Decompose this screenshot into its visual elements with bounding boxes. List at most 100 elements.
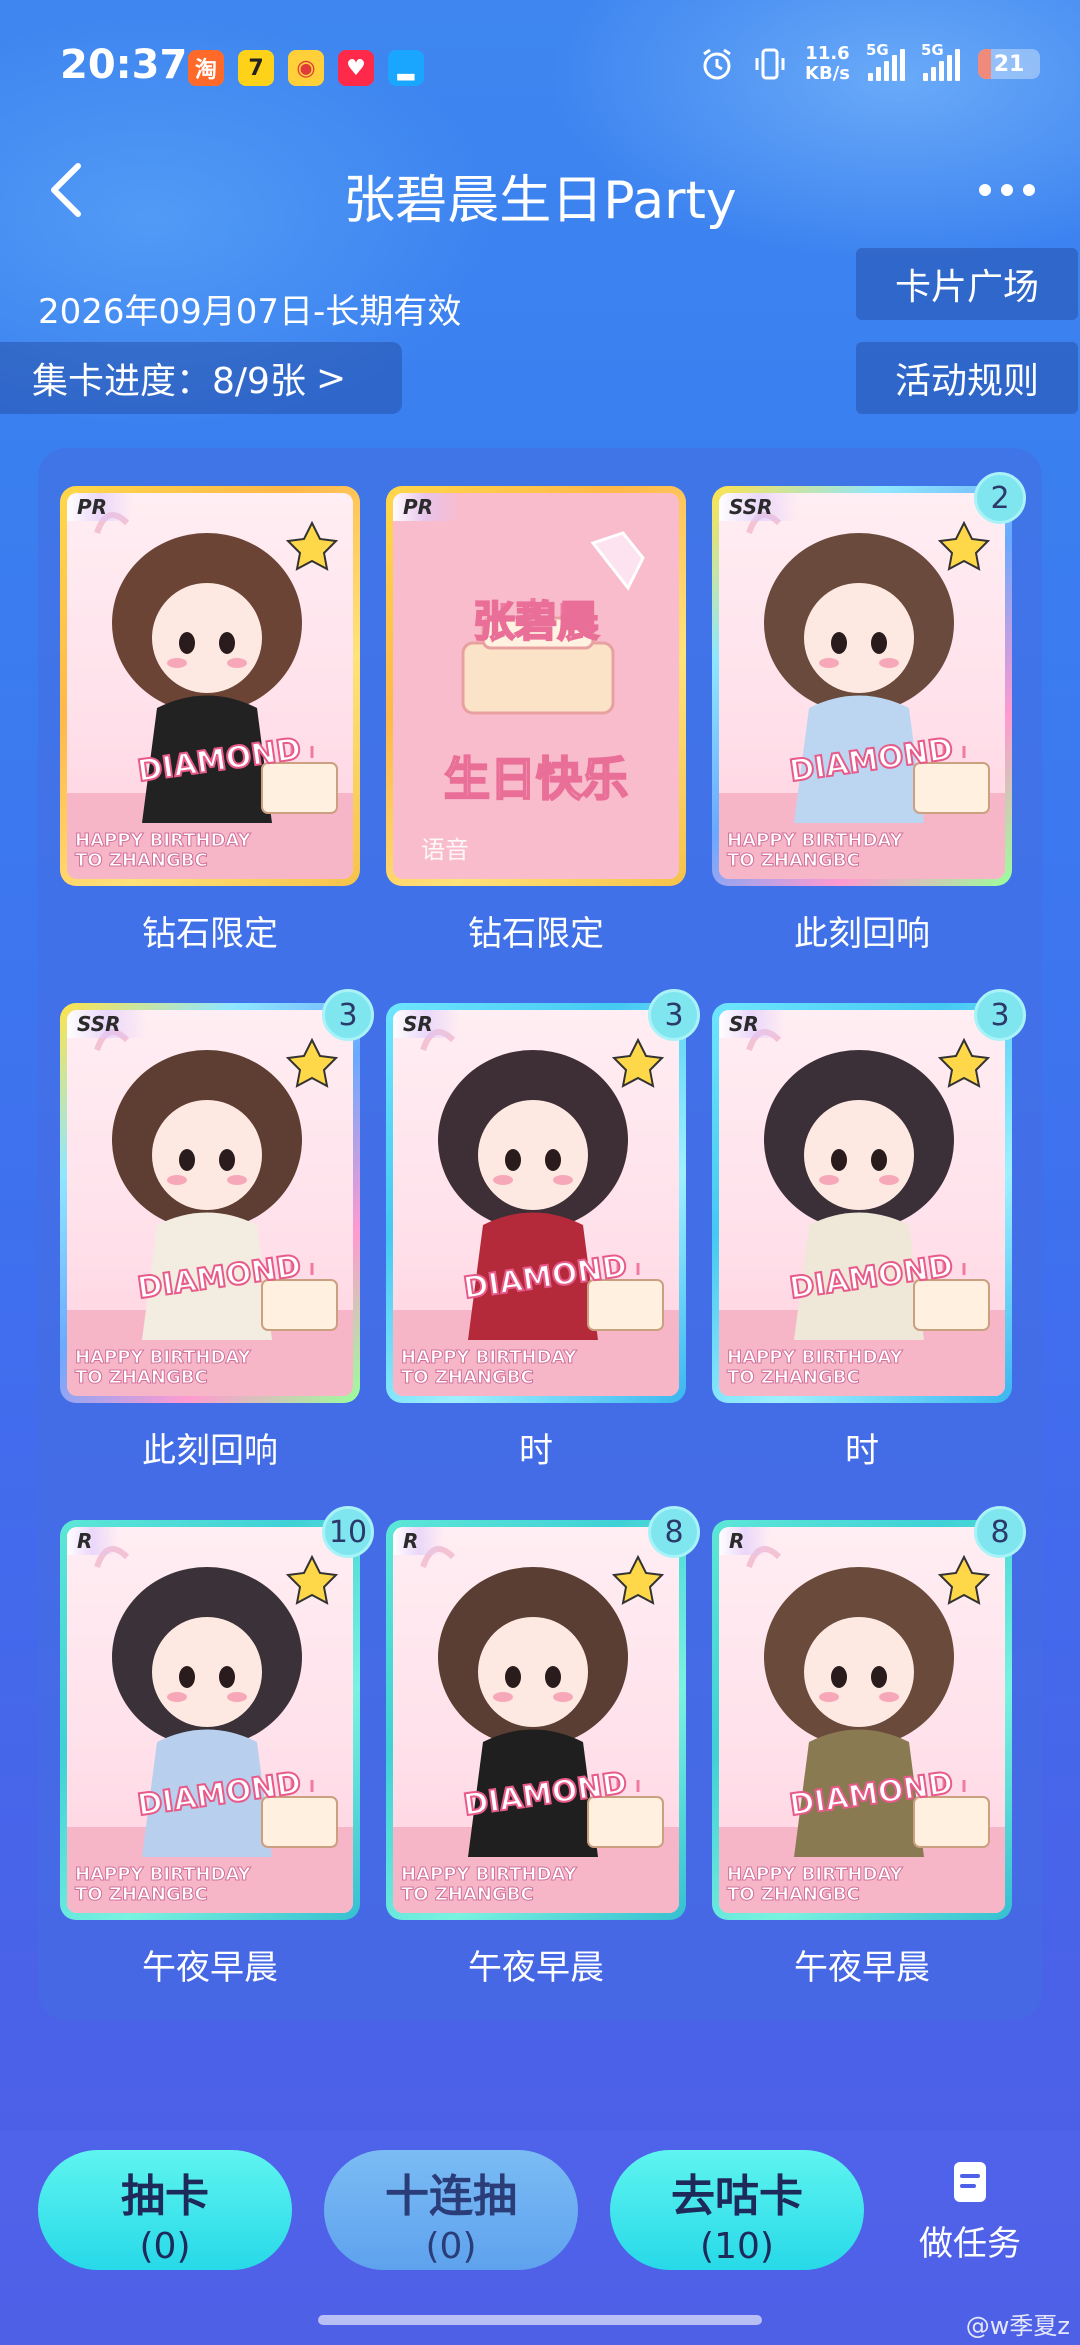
card-count-badge: 3	[322, 989, 374, 1041]
dot-icon	[979, 184, 991, 196]
card-frame: 张碧晨 生日快乐 语音 PR	[386, 486, 686, 886]
rarity-badge: SSR	[719, 493, 799, 521]
card-frame: DIAMOND HAPPY BIRTHDAY TO ZHANGBC R 10	[60, 1506, 374, 1920]
collection-card[interactable]: DIAMOND HAPPY BIRTHDAY TO ZHANGBC SSR 2 此刻回响	[712, 472, 1026, 955]
rarity-badge: R	[393, 1527, 445, 1555]
card-name-label: 此刻回响	[794, 914, 930, 954]
rarity-badge: PR	[67, 493, 134, 521]
card-plaza-button[interactable]: 卡片广场	[856, 248, 1078, 320]
collection-card[interactable]: DIAMOND HAPPY BIRTHDAY TO ZHANGBC SR 3 时	[386, 989, 700, 1472]
happy-birthday-line: HAPPY BIRTHDAY	[75, 1864, 252, 1885]
signal-2-icon: 5G	[921, 41, 960, 81]
chibi-character-illustration	[719, 1029, 1005, 1396]
page-title: 张碧晨生日Party	[343, 171, 737, 231]
happy-birthday-line: HAPPY BIRTHDAY	[727, 1864, 904, 1885]
chibi-character-illustration	[393, 1029, 679, 1396]
card-name-label: 时	[845, 1431, 879, 1471]
happy-birthday-line: HAPPY BIRTHDAY	[727, 1347, 904, 1368]
to-name-line: TO ZHANGBC	[401, 1884, 535, 1905]
blue-app-icon: ▂	[388, 50, 424, 86]
happy-birthday-text: HAPPY BIRTHDAY TO ZHANGBC	[401, 1347, 578, 1388]
vibrate-icon	[755, 48, 785, 80]
qimao-icon: 7	[238, 50, 274, 86]
birthday-cake-icon	[393, 493, 679, 879]
status-time: 20:37	[60, 42, 188, 88]
collection-progress-button[interactable]: 集卡进度：8/9张 >	[0, 342, 402, 414]
card-grid: DIAMOND HAPPY BIRTHDAY TO ZHANGBC PR 钻石限定 张碧晨…	[60, 472, 1026, 1989]
collection-card[interactable]: 张碧晨 生日快乐 语音 PR 钻石限定	[386, 486, 686, 955]
card-artwork: DIAMOND HAPPY BIRTHDAY TO ZHANGBC SSR	[67, 1010, 353, 1396]
happy-birthday-line: HAPPY BIRTHDAY	[75, 1347, 252, 1368]
weibo-icon: ◉	[288, 50, 324, 86]
gu-card-button[interactable]: 去咕卡 (10)	[610, 2150, 864, 2270]
card-frame: DIAMOND HAPPY BIRTHDAY TO ZHANGBC R 8	[386, 1506, 700, 1920]
happy-birthday-line: HAPPY BIRTHDAY	[401, 1347, 578, 1368]
card-collection-panel: DIAMOND HAPPY BIRTHDAY TO ZHANGBC PR 钻石限定 张碧晨…	[38, 448, 1042, 2020]
card-frame: DIAMOND HAPPY BIRTHDAY TO ZHANGBC SR 3	[386, 989, 700, 1403]
card-artwork: DIAMOND HAPPY BIRTHDAY TO ZHANGBC R	[67, 1527, 353, 1913]
card-frame: DIAMOND HAPPY BIRTHDAY TO ZHANGBC R 8	[712, 1506, 1026, 1920]
collection-progress-label: 集卡进度：8/9张	[32, 361, 306, 402]
happy-birthday-line: HAPPY BIRTHDAY	[727, 830, 904, 851]
happy-birthday-line: HAPPY BIRTHDAY	[401, 1864, 578, 1885]
signal-2-label: 5G	[921, 41, 944, 59]
to-name-line: TO ZHANGBC	[75, 850, 209, 871]
draw-card-count: (0)	[139, 2226, 191, 2267]
chibi-character-illustration	[67, 1029, 353, 1396]
card-count-badge: 2	[974, 472, 1026, 524]
chibi-character-illustration	[67, 1546, 353, 1913]
card-name-label: 此刻回响	[142, 1431, 278, 1471]
gu-card-label: 去咕卡	[671, 2171, 803, 2222]
ten-draw-button[interactable]: 十连抽 (0)	[324, 2150, 578, 2270]
collection-card[interactable]: DIAMOND HAPPY BIRTHDAY TO ZHANGBC PR 钻石限定	[60, 486, 360, 955]
gu-card-count: (10)	[700, 2226, 774, 2267]
happy-birthday-text: HAPPY BIRTHDAY TO ZHANGBC	[75, 1347, 252, 1388]
notification-app-icons: 淘 7 ◉ ♥ ▂	[188, 50, 424, 86]
to-name-line: TO ZHANGBC	[75, 1367, 209, 1388]
net-speed-value: 11.6	[805, 43, 850, 64]
birthday-card-art: 张碧晨 生日快乐 语音	[393, 493, 679, 879]
card-artwork: DIAMOND HAPPY BIRTHDAY TO ZHANGBC SR	[719, 1010, 1005, 1396]
do-tasks-label: 做任务	[919, 2224, 1021, 2264]
task-list-icon	[954, 2162, 986, 2202]
collection-card[interactable]: DIAMOND HAPPY BIRTHDAY TO ZHANGBC SR 3 时	[712, 989, 1026, 1472]
collection-card[interactable]: DIAMOND HAPPY BIRTHDAY TO ZHANGBC R 10 午夜早晨	[60, 1506, 374, 1989]
collection-card[interactable]: DIAMOND HAPPY BIRTHDAY TO ZHANGBC R 8 午夜早晨	[386, 1506, 700, 1989]
card-artwork: DIAMOND HAPPY BIRTHDAY TO ZHANGBC R	[719, 1527, 1005, 1913]
card-count-badge: 3	[648, 989, 700, 1041]
do-tasks-button[interactable]: 做任务	[910, 2160, 1030, 2270]
rarity-badge: R	[67, 1527, 119, 1555]
taobao-icon: 淘	[188, 50, 224, 86]
rarity-badge: PR	[393, 493, 460, 521]
happy-birthday-text: HAPPY BIRTHDAY TO ZHANGBC	[727, 1347, 904, 1388]
birthday-name-text: 张碧晨	[472, 596, 600, 647]
card-name-label: 午夜早晨	[142, 1948, 278, 1988]
net-speed: 11.6 KB/s	[805, 44, 850, 84]
rarity-badge: SR	[393, 1010, 459, 1038]
happy-birthday-text: HAPPY BIRTHDAY TO ZHANGBC	[401, 1864, 578, 1905]
happy-birthday-text: HAPPY BIRTHDAY TO ZHANGBC	[727, 830, 904, 871]
dot-icon	[1001, 184, 1013, 196]
happy-birthday-line: HAPPY BIRTHDAY	[75, 830, 252, 851]
activity-rules-button[interactable]: 活动规则	[856, 342, 1078, 414]
ten-draw-label: 十连抽	[385, 2171, 517, 2222]
to-name-line: TO ZHANGBC	[401, 1367, 535, 1388]
happy-birthday-text: HAPPY BIRTHDAY TO ZHANGBC	[75, 830, 252, 871]
draw-card-button[interactable]: 抽卡 (0)	[38, 2150, 292, 2270]
system-icons: 11.6 KB/s 5G 5G 21	[699, 41, 1040, 84]
chibi-character-illustration	[393, 1546, 679, 1913]
collection-card[interactable]: DIAMOND HAPPY BIRTHDAY TO ZHANGBC SSR 3 此刻回响	[60, 989, 374, 1472]
chibi-character-illustration	[719, 1546, 1005, 1913]
home-indicator[interactable]	[318, 2315, 762, 2325]
status-bar: 20:37 淘 7 ◉ ♥ ▂ 11.6 KB/s 5G 5G 21	[0, 0, 1080, 140]
to-name-line: TO ZHANGBC	[727, 850, 861, 871]
chibi-character-illustration	[67, 512, 353, 879]
more-options-button[interactable]	[962, 160, 1052, 220]
rarity-badge: SSR	[67, 1010, 147, 1038]
card-count-badge: 8	[974, 1506, 1026, 1558]
voice-tag: 语音	[421, 836, 469, 864]
draw-card-label: 抽卡	[121, 2171, 209, 2222]
red-heart-app-icon: ♥	[338, 50, 374, 86]
card-name-label: 午夜早晨	[794, 1948, 930, 1988]
collection-card[interactable]: DIAMOND HAPPY BIRTHDAY TO ZHANGBC R 8 午夜早晨	[712, 1506, 1026, 1989]
